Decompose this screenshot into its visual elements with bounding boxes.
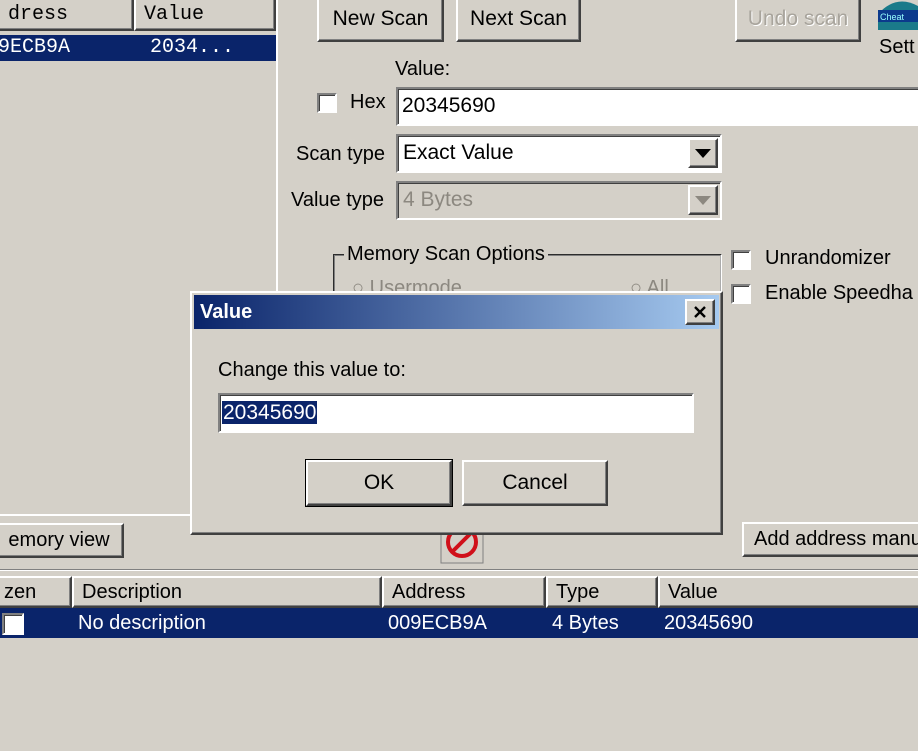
- row-description: No description: [78, 612, 206, 634]
- scan-value-input[interactable]: 20345690: [396, 87, 918, 126]
- speedhack-checkbox[interactable]: [731, 284, 751, 304]
- cheat-header-value[interactable]: Value: [658, 576, 918, 608]
- scan-type-select[interactable]: Exact Value: [396, 134, 722, 173]
- unrandomizer-label: Unrandomizer: [765, 247, 891, 269]
- cheat-header-type[interactable]: Type: [546, 576, 658, 608]
- dropdown-arrow-icon: [695, 148, 711, 158]
- found-list-header-address[interactable]: dress: [0, 0, 134, 31]
- ok-button[interactable]: OK: [305, 459, 453, 507]
- found-row-value: 2034...: [150, 36, 235, 59]
- unrandomizer-checkbox[interactable]: [731, 250, 751, 270]
- row-address: 009ECB9A: [388, 612, 487, 634]
- hex-checkbox[interactable]: [317, 93, 337, 113]
- found-list-header-value[interactable]: Value: [134, 0, 276, 31]
- dialog-close-button[interactable]: [685, 299, 715, 325]
- new-scan-button[interactable]: New Scan: [317, 0, 444, 42]
- svg-text:Cheat: Cheat: [880, 12, 905, 22]
- cheat-engine-logo-icon[interactable]: Cheat: [876, 0, 918, 30]
- scan-type-label: Scan type: [296, 143, 385, 165]
- cheat-header-address[interactable]: Address: [382, 576, 546, 608]
- scan-type-dropdown-button[interactable]: [688, 138, 718, 168]
- dialog-title-bar[interactable]: Value: [194, 295, 719, 329]
- dialog-input-selected-text: 20345690: [222, 401, 318, 424]
- table-row[interactable]: No description 009ECB9A 4 Bytes 20345690: [0, 608, 918, 638]
- cheat-table[interactable]: zen Description Address Type Value No de…: [0, 576, 918, 751]
- memory-view-button[interactable]: emory view: [0, 523, 124, 558]
- found-row-address: 9ECB9A: [0, 36, 71, 59]
- value-type-dropdown-button[interactable]: [688, 185, 718, 215]
- value-label: Value:: [395, 58, 451, 80]
- cheat-header-frozen[interactable]: zen: [0, 576, 72, 608]
- value-type-select[interactable]: 4 Bytes: [396, 181, 722, 220]
- dropdown-arrow-icon: [695, 195, 711, 205]
- undo-scan-button[interactable]: Undo scan: [735, 0, 861, 42]
- dialog-title: Value: [200, 301, 253, 323]
- dialog-prompt: Change this value to:: [218, 359, 406, 381]
- value-dialog[interactable]: Value Change this value to: 20345690 OK …: [190, 291, 723, 535]
- memory-scan-options-title: Memory Scan Options: [344, 243, 548, 266]
- frozen-checkbox[interactable]: [2, 613, 24, 635]
- splitter-line: [0, 569, 918, 571]
- cheat-header-description[interactable]: Description: [72, 576, 382, 608]
- next-scan-button[interactable]: Next Scan: [456, 0, 581, 42]
- dialog-value-input[interactable]: 20345690: [218, 393, 694, 433]
- row-value: 20345690: [664, 612, 753, 634]
- found-list-row[interactable]: 9ECB9A 2034...: [0, 35, 276, 61]
- value-type-label: Value type: [291, 189, 385, 211]
- speedhack-label: Enable Speedha: [765, 282, 913, 304]
- close-icon: [694, 306, 706, 318]
- row-type: 4 Bytes: [552, 612, 619, 634]
- hex-label: Hex: [350, 91, 386, 113]
- add-address-manually-button[interactable]: Add address manu: [742, 522, 918, 557]
- settings-label[interactable]: Sett: [879, 36, 915, 59]
- cancel-button[interactable]: Cancel: [462, 460, 608, 506]
